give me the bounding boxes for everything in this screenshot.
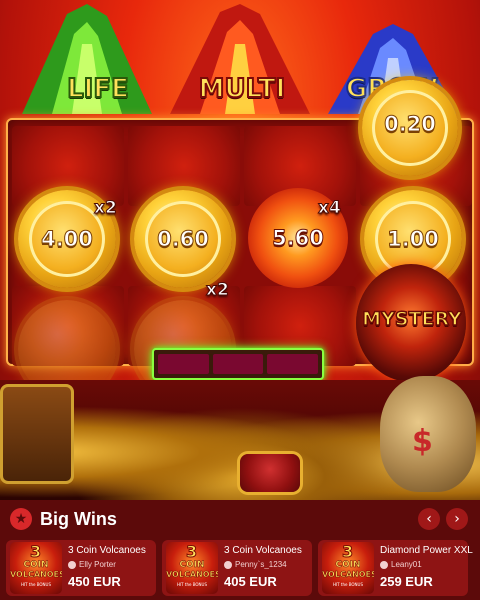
- mystery-label: MYSTERY: [361, 307, 462, 331]
- win-user: Leany01: [380, 560, 422, 569]
- win-user: Elly Porter: [68, 560, 116, 569]
- currency-sign-icon: $: [412, 424, 433, 459]
- game-thumbnail: 3 COIN VOLCANOES HIT the BONUS: [166, 542, 218, 594]
- win-username: Leany01: [391, 560, 422, 569]
- win-card[interactable]: 3 COIN VOLCANOES HIT the BONUS 3 Coin Vo…: [162, 540, 312, 596]
- win-username: Elly Porter: [79, 560, 116, 569]
- win-game-name: 3 Coin Volcanoes: [224, 545, 302, 556]
- big-wins-header: ★ Big Wins: [10, 508, 117, 530]
- thumb-number: 3: [185, 542, 198, 562]
- thumb-number: 3: [341, 542, 354, 562]
- coin-symbol: 0.60: [134, 190, 232, 288]
- user-icon: [68, 560, 76, 569]
- thumb-number: 3: [29, 542, 42, 562]
- game-thumbnail: 3 COIN VOLCANOES HIT the BONUS: [322, 542, 374, 594]
- thumb-title-line: COIN: [23, 560, 49, 571]
- win-amount: 450 EUR: [68, 574, 121, 589]
- coin-partial: 0.20: [362, 80, 458, 176]
- thumb-title-line: VOLCANOES: [10, 570, 62, 580]
- win-game-name: Diamond Power XXL: [380, 545, 473, 556]
- big-wins-title: Big Wins: [40, 508, 117, 529]
- life-label: LIFE: [66, 73, 130, 105]
- progress-segment: [267, 354, 319, 374]
- big-wins-panel: ★ Big Wins ‹ › 3 COIN VOLCANOES HIT the …: [0, 500, 480, 600]
- game-thumbnail: 3 COIN VOLCANOES HIT the BONUS: [10, 542, 62, 594]
- coin-value: 0.60: [145, 201, 221, 277]
- coin-partial-value: 0.20: [372, 90, 448, 166]
- win-amount: 259 EUR: [380, 574, 433, 589]
- thumb-tagline: HIT the BONUS: [176, 582, 208, 587]
- user-icon: [380, 560, 388, 569]
- multi-label: MULTI: [198, 73, 287, 105]
- thumb-tagline: HIT the BONUS: [332, 582, 364, 587]
- thumb-title-line: VOLCANOES: [322, 570, 374, 580]
- treasure-chest-icon: [0, 384, 74, 484]
- bonus-progress-meter: [152, 348, 324, 380]
- next-button[interactable]: ›: [446, 508, 468, 530]
- thumb-tagline: HIT the BONUS: [20, 582, 52, 587]
- user-icon: [224, 560, 232, 569]
- win-amount: 405 EUR: [224, 574, 277, 589]
- win-card[interactable]: 3 COIN VOLCANOES HIT the BONUS 3 Coin Vo…: [6, 540, 156, 596]
- thumb-title-line: COIN: [335, 560, 361, 571]
- crown-icon: [240, 454, 300, 492]
- thumb-title-line: COIN: [179, 560, 205, 571]
- win-card[interactable]: 3 COIN VOLCANOES HIT the BONUS Diamond P…: [318, 540, 473, 596]
- multiplier-badge: x4: [318, 198, 342, 219]
- thumb-title-line: VOLCANOES: [166, 570, 218, 580]
- star-icon: ★: [10, 508, 32, 530]
- win-game-name: 3 Coin Volcanoes: [68, 545, 146, 556]
- multiplier-badge: x2: [206, 280, 230, 301]
- progress-segment: [158, 354, 209, 374]
- win-username: Penny`s_1234: [235, 560, 287, 569]
- win-user: Penny`s_1234: [224, 560, 287, 569]
- game-scene[interactable]: LIFE MULTI GROW 0.20 4.00 0.60 5.60 1.00…: [0, 0, 480, 500]
- previous-button[interactable]: ‹: [418, 508, 440, 530]
- progress-segment: [212, 354, 264, 374]
- multiplier-badge: x2: [94, 198, 118, 219]
